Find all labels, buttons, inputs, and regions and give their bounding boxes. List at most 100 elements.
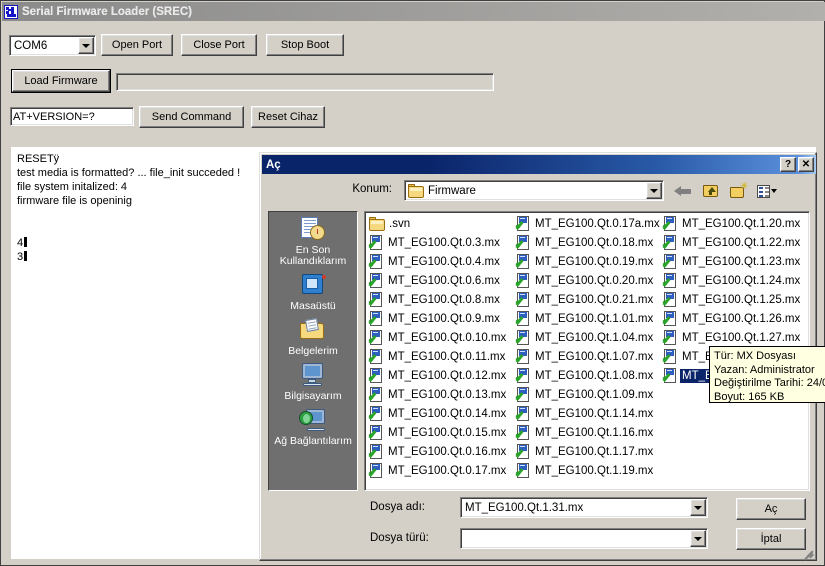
up-folder-icon[interactable] bbox=[700, 180, 722, 202]
file-list-item[interactable]: .svn bbox=[368, 214, 510, 233]
file-list-item[interactable]: MT_EG100.Qt.0.11.mx bbox=[368, 347, 510, 366]
mx-file-icon bbox=[516, 272, 531, 289]
mx-file-icon bbox=[369, 310, 384, 327]
file-list-item[interactable]: MT_EG100.Qt.0.6.mx bbox=[368, 271, 510, 290]
mx-file-icon bbox=[369, 329, 384, 346]
file-list-item[interactable]: MT_EG100.Qt.0.8.mx bbox=[368, 290, 510, 309]
file-list-item[interactable]: MT_EG100.Qt.1.01.mx bbox=[515, 309, 657, 328]
mx-file-icon bbox=[516, 215, 531, 232]
file-list-item[interactable]: MT_EG100.Qt.0.18.mx bbox=[515, 233, 657, 252]
place-desktop[interactable]: Masaüstü bbox=[269, 272, 357, 312]
file-list-item[interactable]: MT_EG100.Qt.1.22.mx bbox=[662, 233, 804, 252]
file-name: MT_EG100.Qt.0.17.mx bbox=[388, 464, 507, 477]
mx-file-icon bbox=[369, 462, 384, 479]
file-name: MT_EG100.Qt.0.4.mx bbox=[388, 255, 500, 268]
file-list-item[interactable]: MT_EG100.Qt.1.04.mx bbox=[515, 328, 657, 347]
mx-file-icon bbox=[516, 348, 531, 365]
recent-documents-icon bbox=[298, 216, 328, 244]
tooltip-line: Değiştirilme Tarihi: 24/0 bbox=[714, 377, 825, 389]
close-port-button[interactable]: Close Port bbox=[181, 34, 257, 56]
network-icon bbox=[298, 407, 328, 435]
file-list-item[interactable]: MT_EG100.Qt.1.25.mx bbox=[662, 290, 804, 309]
open-button[interactable]: Aç bbox=[736, 498, 806, 520]
filename-label: Dosya adı: bbox=[370, 501, 425, 513]
cancel-button[interactable]: İptal bbox=[736, 528, 806, 550]
place-network[interactable]: Ağ Bağlantılarım bbox=[269, 407, 357, 447]
com-port-select[interactable]: COM6 bbox=[9, 35, 96, 56]
file-list-item[interactable]: MT_EG100.Qt.1.19.mx bbox=[515, 461, 657, 480]
file-name: MT_EG100.Qt.1.04.mx bbox=[535, 331, 654, 344]
file-list-item[interactable]: MT_EG100.Qt.1.26.mx bbox=[662, 309, 804, 328]
tooltip-line: Yazan: Administrator bbox=[714, 363, 815, 376]
file-name: MT_EG100.Qt.0.9.mx bbox=[388, 312, 500, 325]
file-list-item[interactable]: MT_EG100.Qt.1.08.mx bbox=[515, 366, 657, 385]
mx-file-icon bbox=[369, 443, 384, 460]
send-command-button[interactable]: Send Command bbox=[139, 106, 244, 128]
file-name: MT_EG100.Qt.0.15.mx bbox=[388, 426, 507, 439]
mx-file-icon bbox=[369, 291, 384, 308]
file-list-item[interactable]: MT_EG100.Qt.0.19.mx bbox=[515, 252, 657, 271]
file-name: MT_EG100.Qt.1.17.mx bbox=[535, 445, 654, 458]
stop-boot-button[interactable]: Stop Boot bbox=[266, 34, 344, 56]
filetype-combo[interactable] bbox=[460, 528, 708, 549]
chevron-down-icon[interactable] bbox=[78, 37, 94, 54]
file-list-item[interactable]: MT_EG100.Qt.0.20.mx bbox=[515, 271, 657, 290]
mx-file-icon bbox=[369, 367, 384, 384]
new-folder-icon[interactable]: ✳ bbox=[728, 180, 750, 202]
file-list-item[interactable]: MT_EG100.Qt.0.15.mx bbox=[368, 423, 510, 442]
place-recent-documents[interactable]: En Son Kullandıklarım bbox=[269, 216, 357, 267]
file-list-item[interactable]: MT_EG100.Qt.0.3.mx bbox=[368, 233, 510, 252]
views-icon[interactable] bbox=[756, 180, 778, 202]
file-list-item[interactable]: MT_EG100.Qt.1.09.mx bbox=[515, 385, 657, 404]
chevron-down-icon[interactable] bbox=[646, 182, 662, 199]
file-list-item[interactable]: MT_EG100.Qt.0.17a.mx bbox=[515, 214, 660, 233]
command-input[interactable]: AT+VERSION=? bbox=[10, 107, 134, 126]
place-my-computer[interactable]: Bilgisayarım bbox=[269, 362, 357, 402]
file-list-item[interactable]: MT_EG100.Qt.0.10.mx bbox=[368, 328, 510, 347]
place-my-documents[interactable]: Belgelerim bbox=[269, 317, 357, 357]
filename-combo[interactable]: MT_EG100.Qt.1.31.mx bbox=[460, 497, 708, 518]
mx-file-icon bbox=[369, 424, 384, 441]
file-name: MT_EG100.Qt.1.14.mx bbox=[535, 407, 654, 420]
file-list-item[interactable]: MT_EG100.Qt.1.24.mx bbox=[662, 271, 804, 290]
file-list-item[interactable]: MT_EG100.Qt.1.23.mx bbox=[662, 252, 804, 271]
load-firmware-button[interactable]: Load Firmware bbox=[11, 69, 111, 93]
file-list-item[interactable]: MT_EG100.Qt.1.16.mx bbox=[515, 423, 657, 442]
file-list-item[interactable]: MT_EG100.Qt.0.9.mx bbox=[368, 309, 510, 328]
mx-file-icon bbox=[369, 386, 384, 403]
file-list-item[interactable]: MT_EG100.Qt.0.4.mx bbox=[368, 252, 510, 271]
chevron-down-icon[interactable] bbox=[690, 530, 706, 547]
file-list-item[interactable]: MT_EG100.Qt.1.17.mx bbox=[515, 442, 657, 461]
file-list-item[interactable]: MT_EG100.Qt.1.20.mx bbox=[662, 214, 804, 233]
chevron-down-icon[interactable] bbox=[690, 499, 706, 516]
mx-file-icon bbox=[663, 253, 678, 270]
filename-value: MT_EG100.Qt.1.31.mx bbox=[465, 501, 584, 514]
file-list-item[interactable]: MT_EG100.Qt.1.27.mx bbox=[662, 328, 804, 347]
open-port-button[interactable]: Open Port bbox=[101, 34, 173, 56]
file-name: .svn bbox=[389, 217, 411, 230]
file-list-item[interactable]: MT_EG100.Qt.0.17.mx bbox=[368, 461, 510, 480]
file-name: MT_EG100.Qt.0.17a.mx bbox=[535, 217, 660, 230]
mx-file-icon bbox=[663, 215, 678, 232]
window-titlebar[interactable]: Serial Firmware Loader (SREC) bbox=[2, 2, 825, 21]
close-icon[interactable]: ✕ bbox=[798, 157, 814, 172]
file-name: MT_EG100.Qt.0.10.mx bbox=[388, 331, 507, 344]
help-button[interactable]: ? bbox=[780, 157, 796, 172]
file-name: MT_EG100.Qt.1.01.mx bbox=[535, 312, 654, 325]
file-list-item[interactable]: MT_EG100.Qt.0.16.mx bbox=[368, 442, 510, 461]
window-title: Serial Firmware Loader (SREC) bbox=[22, 5, 192, 18]
file-list-item[interactable]: MT_EG100.Qt.0.21.mx bbox=[515, 290, 657, 309]
file-list-item[interactable]: MT_EG100.Qt.0.12.mx bbox=[368, 366, 510, 385]
file-list-item[interactable]: MT_EG100.Qt.0.13.mx bbox=[368, 385, 510, 404]
file-list-item[interactable]: MT_EG100.Qt.1.07.mx bbox=[515, 347, 657, 366]
file-name: MT_EG100.Qt.0.13.mx bbox=[388, 388, 507, 401]
resize-grip[interactable] bbox=[801, 545, 814, 561]
file-list-item[interactable]: MT_EG100.Qt.1.14.mx bbox=[515, 404, 657, 423]
mx-file-icon bbox=[516, 443, 531, 460]
file-list-item[interactable]: MT_EG100.Qt.0.14.mx bbox=[368, 404, 510, 423]
dialog-titlebar[interactable]: Aç ? ✕ bbox=[262, 155, 816, 174]
lookin-combo[interactable]: Firmware bbox=[404, 180, 664, 201]
file-name: MT_EG100.Qt.1.27.mx bbox=[682, 331, 801, 344]
back-icon[interactable] bbox=[672, 180, 694, 202]
reset-device-button[interactable]: Reset Cihaz bbox=[251, 106, 325, 128]
